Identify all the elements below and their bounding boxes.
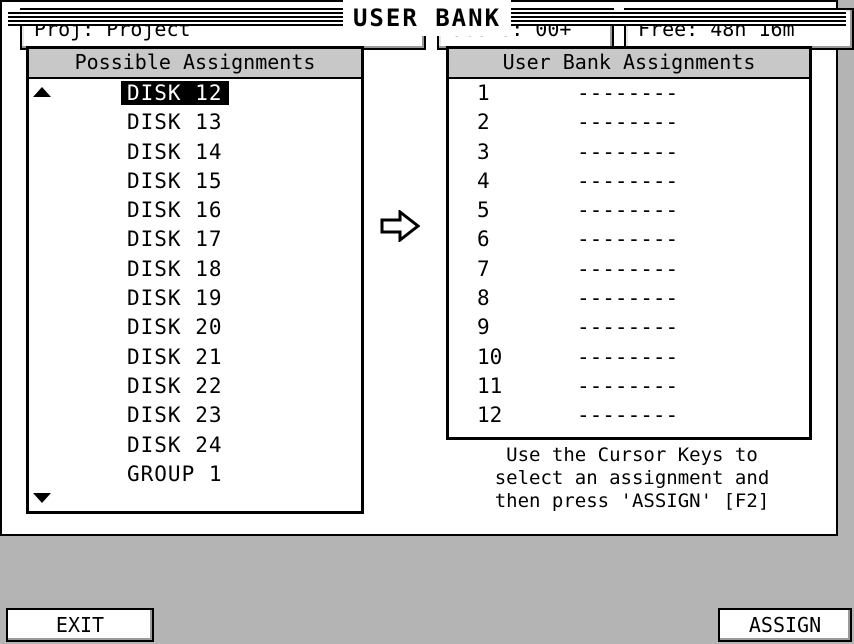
user-bank-row[interactable]: 7 --------: [449, 255, 809, 284]
exit-button[interactable]: EXIT: [6, 608, 154, 642]
slot-value: --------: [577, 344, 679, 369]
page-title: USER BANK: [342, 0, 512, 36]
list-item-label: DISK 12: [121, 81, 229, 105]
list-item[interactable]: DISK 18: [29, 255, 361, 284]
slot-value: --------: [577, 110, 679, 135]
list-item[interactable]: DISK 17: [29, 225, 361, 254]
slot-number: 8: [477, 286, 490, 311]
user-bank-row[interactable]: 9 --------: [449, 313, 809, 342]
slot-number: 5: [477, 198, 490, 223]
list-item-label: DISK 15: [127, 168, 223, 193]
list-item-label: DISK 14: [127, 139, 223, 164]
slot-value: --------: [577, 373, 679, 398]
title-stripes-right: [461, 10, 846, 26]
help-line-3: then press 'ASSIGN' [F2]: [494, 490, 770, 512]
list-item[interactable]: DISK 23: [29, 401, 361, 430]
list-item-label: GROUP 1: [127, 461, 223, 486]
slot-value: --------: [577, 198, 679, 223]
slot-number: 3: [477, 139, 490, 164]
help-line-2: select an assignment and: [494, 467, 770, 489]
user-bank-panel: USER BANK Possible Assignments DISK 12 DI…: [0, 0, 846, 536]
list-item[interactable]: DISK 12: [29, 79, 361, 108]
list-item-label: DISK 21: [127, 344, 223, 369]
list-item-label: DISK 22: [127, 373, 223, 398]
list-item[interactable]: DISK 22: [29, 372, 361, 401]
user-bank-row[interactable]: 10 --------: [449, 343, 809, 372]
slot-number: 7: [477, 256, 490, 281]
user-bank-row[interactable]: 5 --------: [449, 196, 809, 225]
user-bank-rows[interactable]: 1 -------- 2 -------- 3 -------- 4 -------- 5 ---…: [449, 79, 809, 431]
list-item-label: DISK 17: [127, 227, 223, 252]
slot-number: 11: [477, 373, 503, 398]
assign-button[interactable]: ASSIGN: [718, 608, 852, 642]
slot-value: --------: [577, 81, 679, 105]
list-item[interactable]: DISK 19: [29, 284, 361, 313]
user-bank-assignments-list[interactable]: User Bank Assignments 1 -------- 2 --------…: [446, 46, 812, 440]
slot-value: --------: [577, 403, 679, 428]
title-stripes-left: [8, 10, 393, 26]
slot-value: --------: [577, 139, 679, 164]
slot-number: 2: [477, 110, 490, 135]
list-item-label: DISK 23: [127, 403, 223, 428]
slot-value: --------: [577, 168, 679, 193]
list-item-label: DISK 16: [127, 198, 223, 223]
title-bar: USER BANK: [0, 0, 854, 36]
list-item[interactable]: DISK 15: [29, 167, 361, 196]
slot-number: 12: [477, 403, 503, 428]
slot-number: 9: [477, 315, 490, 340]
triangle-down-icon[interactable]: [33, 493, 51, 503]
help-line-1: Use the Cursor Keys to: [506, 444, 758, 466]
list-item[interactable]: DISK 16: [29, 196, 361, 225]
user-bank-row[interactable]: 3 --------: [449, 138, 809, 167]
list-item[interactable]: DISK 24: [29, 431, 361, 460]
slot-number: 10: [477, 344, 503, 369]
user-bank-row[interactable]: 2 --------: [449, 108, 809, 137]
user-bank-row[interactable]: 1 --------: [449, 79, 809, 108]
list-item-label: DISK 20: [127, 315, 223, 340]
user-bank-row[interactable]: 12 --------: [449, 401, 809, 430]
help-text: Use the Cursor Keys to select an assignm…: [446, 444, 818, 513]
list-item-label: DISK 24: [127, 432, 223, 457]
list-item-label: DISK 18: [127, 256, 223, 281]
slot-value: --------: [577, 286, 679, 311]
triangle-up-icon[interactable]: [33, 87, 51, 97]
list-item[interactable]: DISK 13: [29, 108, 361, 137]
user-bank-row[interactable]: 11 --------: [449, 372, 809, 401]
possible-assignments-header: Possible Assignments: [29, 49, 361, 79]
list-item[interactable]: GROUP 1: [29, 460, 361, 489]
list-item-label: DISK 19: [127, 286, 223, 311]
slot-number: 6: [477, 227, 490, 252]
slot-value: --------: [577, 256, 679, 281]
slot-number: 4: [477, 168, 490, 193]
user-bank-assignments-header: User Bank Assignments: [449, 49, 809, 79]
possible-assignments-items[interactable]: DISK 12 DISK 13 DISK 14 DISK 15 DISK 16 DISK …: [29, 79, 361, 489]
slot-value: --------: [577, 227, 679, 252]
list-item[interactable]: DISK 20: [29, 313, 361, 342]
list-item[interactable]: DISK 21: [29, 343, 361, 372]
slot-value: --------: [577, 315, 679, 340]
user-bank-row[interactable]: 8 --------: [449, 284, 809, 313]
list-item-label: DISK 13: [127, 110, 223, 135]
possible-assignments-list[interactable]: Possible Assignments DISK 12 DISK 13 DISK …: [26, 46, 364, 514]
arrow-right-icon: [380, 210, 420, 242]
user-bank-row[interactable]: 4 --------: [449, 167, 809, 196]
user-bank-row[interactable]: 6 --------: [449, 225, 809, 254]
list-item[interactable]: DISK 14: [29, 138, 361, 167]
slot-number: 1: [477, 81, 490, 105]
